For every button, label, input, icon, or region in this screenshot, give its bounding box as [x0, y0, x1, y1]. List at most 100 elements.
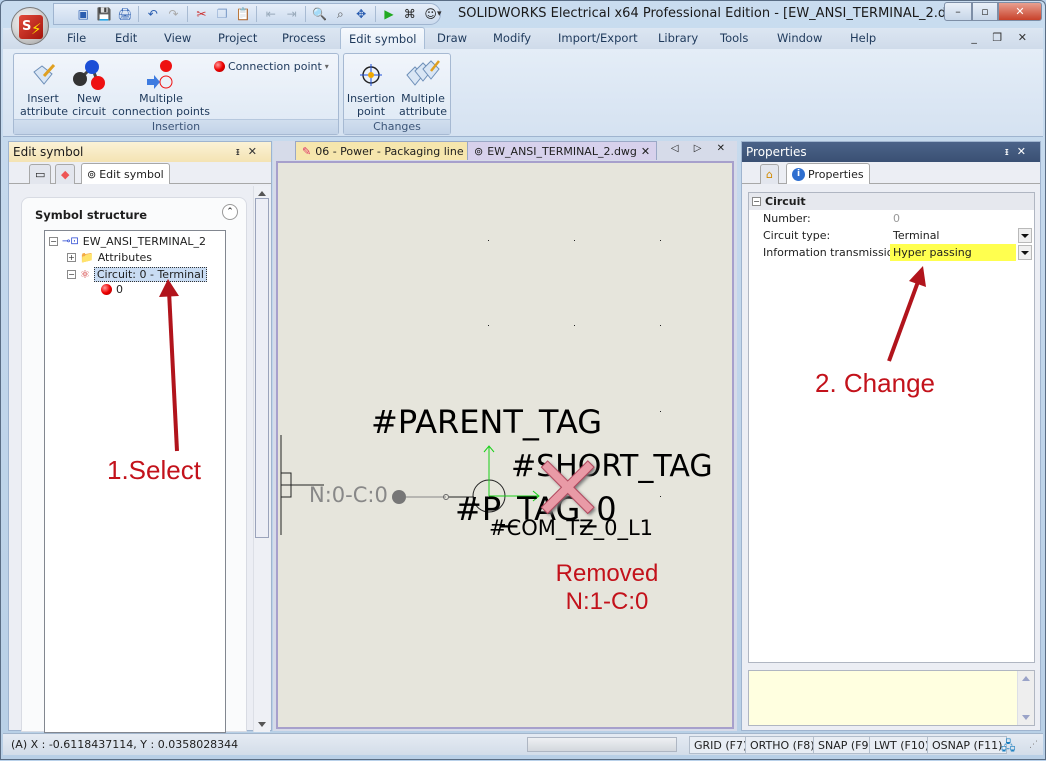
chevron-down-icon[interactable]	[1018, 228, 1032, 243]
left-panel-scrollbar[interactable]	[253, 186, 270, 732]
tab-packaging-line[interactable]: ✎ 06 - Power - Packaging line ✕	[295, 141, 484, 160]
menu-library[interactable]: Library	[658, 31, 698, 45]
zoom-icon[interactable]: ⌕	[331, 5, 350, 23]
close-panel-icon[interactable]: ✕	[248, 145, 265, 158]
menu-modify[interactable]: Modify	[493, 31, 531, 45]
ortho-toggle[interactable]: ORTHO (F8)	[745, 736, 820, 754]
ribbon-group-insertion: Insert attribute New circuit Multiple co…	[13, 53, 339, 135]
ribbon-group-changes: Insertion point Multiple attribute Chang…	[343, 53, 451, 135]
tab-navigation[interactable]: ◁ ▷ ✕	[671, 143, 731, 154]
insertion-point-button[interactable]: Insertion point	[346, 58, 396, 118]
scroll-down-icon[interactable]	[258, 722, 266, 727]
cut-icon[interactable]: ✂	[192, 5, 211, 23]
network-icon[interactable]: 🖧	[1001, 737, 1016, 759]
menu-tools[interactable]: Tools	[720, 31, 748, 45]
mdi-window-controls[interactable]: _ ❐ ✕	[971, 31, 1033, 44]
pin-icon[interactable]: ᵻ	[1005, 145, 1017, 158]
tree-item-connection-point[interactable]: 0	[101, 283, 123, 296]
expand-toggle[interactable]: +	[67, 253, 76, 262]
grid-toggle[interactable]: GRID (F7)	[689, 736, 753, 754]
tab-properties[interactable]: i Properties	[786, 163, 870, 184]
tab-edit-symbol[interactable]: ⊚ Edit symbol	[81, 163, 170, 184]
menu-process[interactable]: Process	[282, 31, 326, 45]
chevron-down-icon[interactable]	[1018, 245, 1032, 260]
insert-attribute-button[interactable]: Insert attribute	[20, 58, 68, 118]
project-icon[interactable]: ▣	[74, 5, 93, 23]
connection-point-icon	[101, 284, 112, 295]
multiple-attribute-button[interactable]: Multiple attribute	[398, 58, 448, 118]
tab-colors[interactable]: ◆	[55, 164, 76, 184]
circuit-type-select[interactable]: Terminal	[890, 227, 1016, 244]
customize-qat-button[interactable]: ▾	[437, 9, 442, 19]
tab-ew-ansi-terminal[interactable]: ⊚ EW_ANSI_TERMINAL_2.dwg ✕	[467, 141, 658, 160]
tree-item-circuit[interactable]: − ⚛ Circuit: 0 - Terminal	[67, 267, 207, 282]
molecule-icon	[70, 58, 108, 92]
section-circuit[interactable]: − Circuit	[749, 193, 1034, 210]
menu-file[interactable]: File	[67, 31, 86, 45]
close-panel-icon[interactable]: ✕	[1017, 145, 1034, 158]
molecule-icon: ⚛	[80, 268, 90, 281]
resize-grip-icon[interactable]: ⋰	[1029, 740, 1038, 750]
osnap-toggle[interactable]: OSNAP (F11)	[927, 736, 1008, 754]
scroll-down-icon[interactable]	[1022, 715, 1030, 720]
symbol-graphics	[280, 435, 540, 535]
paste-icon[interactable]: 📋	[234, 5, 253, 23]
properties-panel: Properties ᵻ✕ ⌂ i Properties − Circuit N…	[741, 141, 1041, 731]
tab-layout[interactable]: ▭	[29, 164, 52, 184]
info-icon: i	[792, 167, 805, 181]
menu-import-export[interactable]: Import/Export	[558, 31, 638, 45]
application-window: S ⚡ ▣ 💾 🖨 ↶ ↷ ✂ ❐ 📋 ⇤ ⇥ 🔍 ⌕ ✥ ▶ ⌘ ☺ ▾ SO…	[0, 0, 1046, 760]
scroll-thumb[interactable]	[255, 198, 269, 538]
crosshair-icon	[346, 58, 396, 92]
description-scrollbar[interactable]	[1017, 671, 1034, 725]
zoom-window-icon[interactable]: 🔍	[310, 5, 329, 23]
lwt-toggle[interactable]: LWT (F10)	[869, 736, 935, 754]
scroll-up-icon[interactable]	[1022, 676, 1030, 681]
connection-point-button[interactable]: Connection point ▾	[214, 60, 329, 73]
pan-icon[interactable]: ✥	[352, 5, 371, 23]
parent-tag-text[interactable]: #PARENT_TAG	[371, 403, 602, 441]
status-bar: (A) X : -0.6118437114, Y : 0.0358028344 …	[3, 733, 1043, 755]
refresh-icon[interactable]: ▶	[380, 5, 399, 23]
collapse-button[interactable]: ⌃	[222, 204, 238, 220]
copy-icon[interactable]: ❐	[213, 5, 232, 23]
menu-project[interactable]: Project	[218, 31, 257, 45]
minimize-button[interactable]: –	[944, 2, 972, 21]
close-tab-icon[interactable]: ✕	[641, 145, 650, 158]
tree-item-attributes[interactable]: + 📁 Attributes	[67, 251, 152, 264]
tree-item-root[interactable]: − ⊸⊡ EW_ANSI_TERMINAL_2	[49, 235, 206, 248]
information-transmission-select[interactable]: Hyper passing	[890, 244, 1016, 261]
menu-edit[interactable]: Edit	[115, 31, 137, 45]
pin-icon[interactable]: ᵻ	[236, 145, 248, 158]
drawing-canvas[interactable]: #PARENT_TAG #SHORT_TAG #P_TAG_0 #COM_TZ_…	[276, 161, 734, 729]
menu-edit-symbol[interactable]: Edit symbol	[340, 27, 426, 49]
save-icon[interactable]: 💾	[95, 5, 114, 23]
print-icon[interactable]: 🖨	[116, 5, 135, 23]
symbol-structure-title: Symbol structure	[35, 208, 148, 222]
symbol-icon: ⊚	[87, 167, 97, 181]
terminal-box-top	[280, 472, 292, 486]
new-circuit-button[interactable]: New circuit	[70, 58, 108, 118]
menu-bar: File Edit View Project Process Edit symb…	[3, 27, 1043, 49]
tab-home[interactable]: ⌂	[760, 164, 779, 184]
maximize-button[interactable]: ▫	[972, 2, 998, 21]
menu-help[interactable]: Help	[850, 31, 876, 45]
app-logo-button[interactable]: S ⚡	[11, 7, 49, 45]
redo-icon[interactable]: ↷	[164, 5, 183, 23]
previous-page-icon[interactable]: ⇤	[261, 5, 280, 23]
find-icon[interactable]: ⌘	[400, 5, 419, 23]
close-button[interactable]: ✕	[998, 2, 1042, 21]
quick-access-toolbar: ▣ 💾 🖨 ↶ ↷ ✂ ❐ 📋 ⇤ ⇥ 🔍 ⌕ ✥ ▶ ⌘ ☺	[53, 3, 441, 25]
menu-view[interactable]: View	[164, 31, 191, 45]
undo-icon[interactable]: ↶	[143, 5, 162, 23]
collapse-toggle[interactable]: −	[49, 237, 58, 246]
properties-tabs: ⌂ i Properties	[742, 162, 1040, 184]
next-page-icon[interactable]: ⇥	[282, 5, 301, 23]
multiple-connection-points-button[interactable]: Multiple connection points	[112, 58, 210, 118]
scroll-up-icon[interactable]	[258, 191, 266, 196]
menu-window[interactable]: Window	[777, 31, 822, 45]
collapse-toggle[interactable]: −	[67, 270, 76, 279]
menu-draw[interactable]: Draw	[437, 31, 467, 45]
connection-label[interactable]: N:0-C:0	[309, 483, 388, 507]
collapse-toggle[interactable]: −	[752, 197, 761, 206]
